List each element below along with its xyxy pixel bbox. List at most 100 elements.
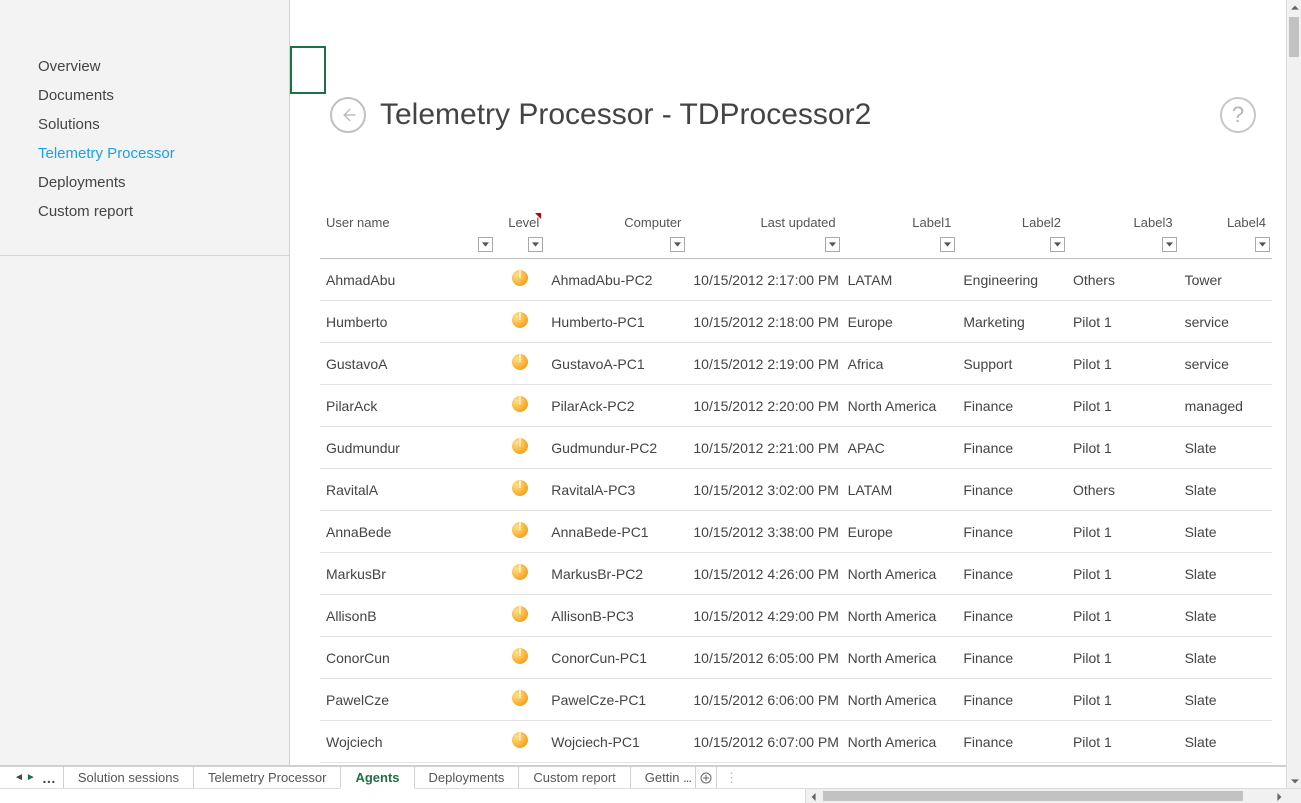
scroll-left-button[interactable] — [806, 789, 821, 803]
tab-telemetry-processor[interactable]: Telemetry Processor — [193, 767, 341, 788]
cell-level — [495, 763, 546, 766]
cell-label1: North America — [842, 763, 958, 766]
agents-table: User name Level Computer — [320, 205, 1272, 765]
tab-scroll-menu[interactable]: … — [42, 770, 56, 786]
col-header-label2: Label2 — [957, 205, 1067, 259]
filter-label3[interactable] — [1162, 237, 1177, 252]
cell-label3: Pilot 1 — [1067, 343, 1179, 385]
filter-label2[interactable] — [1050, 237, 1065, 252]
cell-lastupdated: 10/15/2012 6:08:00 PM — [687, 763, 841, 766]
table-row[interactable]: AhmadAbuAhmadAbu-PC210/15/2012 2:17:00 P… — [320, 259, 1272, 301]
cell-label1: North America — [842, 595, 958, 637]
warning-icon — [512, 312, 528, 328]
table-row[interactable]: RavitalARavitalA-PC310/15/2012 3:02:00 P… — [320, 469, 1272, 511]
cell-lastupdated: 10/15/2012 2:21:00 PM — [687, 427, 841, 469]
table-row[interactable]: HumbertoHumberto-PC110/15/2012 2:18:00 P… — [320, 301, 1272, 343]
add-sheet-button[interactable] — [695, 767, 717, 788]
filter-label1[interactable] — [940, 237, 955, 252]
cell-computer: Humberto-PC1 — [545, 301, 687, 343]
cell-label1: North America — [842, 385, 958, 427]
nav-custom-report[interactable]: Custom report — [0, 197, 289, 226]
filter-username[interactable] — [478, 237, 493, 252]
filter-level[interactable] — [528, 237, 543, 252]
cell-username: MarkusBr — [320, 553, 495, 595]
cell-label2: Finance — [957, 637, 1067, 679]
table-row[interactable]: ConorCunConorCun-PC110/15/2012 6:05:00 P… — [320, 637, 1272, 679]
cell-label2: Finance — [957, 595, 1067, 637]
cell-label1: Africa — [842, 343, 958, 385]
tab-getting-started[interactable]: Gettin ... — [630, 767, 696, 788]
nav-documents[interactable]: Documents — [0, 81, 289, 110]
cell-label2: Engineering — [957, 259, 1067, 301]
nav-solutions[interactable]: Solutions — [0, 110, 289, 139]
scroll-up-button[interactable] — [1287, 0, 1301, 15]
tab-agents[interactable]: Agents — [340, 767, 414, 789]
tab-solution-sessions[interactable]: Solution sessions — [63, 767, 194, 788]
cell-lastupdated: 10/15/2012 6:06:00 PM — [687, 679, 841, 721]
table-row[interactable]: WojciechWojciech-PC110/15/2012 6:07:00 P… — [320, 721, 1272, 763]
cell-label4: Slate — [1179, 511, 1272, 553]
horizontal-scroll-thumb[interactable] — [823, 791, 1243, 801]
warning-icon — [512, 564, 528, 580]
cell-label3: Pilot 1 — [1067, 595, 1179, 637]
arrow-left-icon — [339, 106, 357, 124]
cell-computer: Gudmundur-PC2 — [545, 427, 687, 469]
cell-label2: Finance — [957, 763, 1067, 766]
filter-label4[interactable] — [1255, 237, 1270, 252]
horizontal-scrollbar[interactable] — [0, 788, 1301, 803]
cell-level — [495, 427, 546, 469]
table-row[interactable]: GustavoAGustavoA-PC110/15/2012 2:19:00 P… — [320, 343, 1272, 385]
vertical-scrollbar[interactable] — [1286, 0, 1301, 788]
table-row[interactable]: PawelCzePawelCze-PC110/15/2012 6:06:00 P… — [320, 679, 1272, 721]
cell-level — [495, 511, 546, 553]
table-row[interactable]: ApurvaDaApurvaDa-PC110/15/2012 6:08:00 P… — [320, 763, 1272, 766]
tab-deployments[interactable]: Deployments — [414, 767, 520, 788]
cell-level — [495, 385, 546, 427]
cell-label3: Pilot 1 — [1067, 427, 1179, 469]
active-cell-cursor — [290, 46, 326, 94]
cell-level — [495, 595, 546, 637]
filter-lastupdated[interactable] — [825, 237, 840, 252]
cell-level — [495, 553, 546, 595]
cell-lastupdated: 10/15/2012 6:05:00 PM — [687, 637, 841, 679]
table-row[interactable]: GudmundurGudmundur-PC210/15/2012 2:21:00… — [320, 427, 1272, 469]
cell-label2: Finance — [957, 427, 1067, 469]
tab-scroll-next[interactable]: ► — [26, 772, 36, 783]
cell-label2: Finance — [957, 385, 1067, 427]
nav-overview[interactable]: Overview — [0, 52, 289, 81]
cell-username: AhmadAbu — [320, 259, 495, 301]
cell-label3: Pilot 1 — [1067, 553, 1179, 595]
warning-icon — [512, 732, 528, 748]
cell-label2: Finance — [957, 721, 1067, 763]
warning-icon — [512, 396, 528, 412]
cell-label4: service — [1179, 301, 1272, 343]
cell-username: Humberto — [320, 301, 495, 343]
help-button[interactable]: ? — [1220, 97, 1256, 133]
cell-username: PawelCze — [320, 679, 495, 721]
cell-computer: MarkusBr-PC2 — [545, 553, 687, 595]
cell-label4: Slate — [1179, 427, 1272, 469]
tab-custom-report[interactable]: Custom report — [518, 767, 630, 788]
table-row[interactable]: AllisonBAllisonB-PC310/15/2012 4:29:00 P… — [320, 595, 1272, 637]
cell-computer: GustavoA-PC1 — [545, 343, 687, 385]
cell-label3: Others — [1067, 469, 1179, 511]
cell-label4: service — [1179, 343, 1272, 385]
cell-lastupdated: 10/15/2012 6:07:00 PM — [687, 721, 841, 763]
back-button[interactable] — [330, 97, 366, 133]
nav-telemetry-processor[interactable]: Telemetry Processor — [0, 139, 289, 168]
cell-label2: Finance — [957, 679, 1067, 721]
warning-icon — [512, 270, 528, 286]
cell-label4: Slate — [1179, 553, 1272, 595]
nav-deployments[interactable]: Deployments — [0, 168, 289, 197]
vertical-scroll-thumb[interactable] — [1289, 17, 1299, 57]
cell-label1: LATAM — [842, 259, 958, 301]
scroll-right-button[interactable] — [1271, 789, 1286, 803]
table-row[interactable]: AnnaBedeAnnaBede-PC110/15/2012 3:38:00 P… — [320, 511, 1272, 553]
scroll-down-button[interactable] — [1287, 773, 1301, 788]
table-row[interactable]: MarkusBrMarkusBr-PC210/15/2012 4:26:00 P… — [320, 553, 1272, 595]
sidebar: Overview Documents Solutions Telemetry P… — [0, 0, 290, 765]
tab-scroll-first[interactable]: ◄ — [14, 772, 24, 783]
table-row[interactable]: PilarAckPilarAck-PC210/15/2012 2:20:00 P… — [320, 385, 1272, 427]
filter-computer[interactable] — [670, 237, 685, 252]
cell-label1: North America — [842, 637, 958, 679]
